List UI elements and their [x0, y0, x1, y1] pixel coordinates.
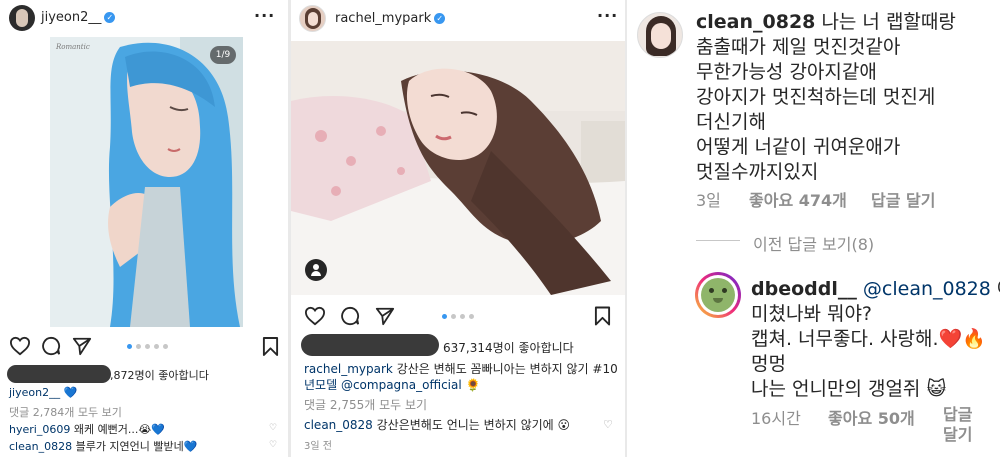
- caption: rachel_mypark 강산은 변해도 꼼빠니아는 변하지 않기 #10: [304, 360, 618, 377]
- reply-button: 답글 달기: [871, 187, 935, 211]
- comment-icon[interactable]: [41, 336, 61, 356]
- comment-first-line: clean_0828 나는 너 랩할때랑: [696, 10, 956, 35]
- comment-text: 블루가 지연언니 빨받네💙: [75, 440, 198, 453]
- comment-like-icon[interactable]: ♡: [269, 423, 277, 433]
- comment-line: 더신기해: [696, 111, 766, 133]
- redacted-bar: [301, 334, 439, 356]
- reply-label[interactable]: 답글 달기: [871, 191, 935, 210]
- avatar[interactable]: [299, 5, 326, 32]
- comment-text: 나는 너 랩할때랑: [821, 11, 956, 33]
- view-all-comments[interactable]: 댓글 2,755개 모두 보기: [304, 396, 427, 413]
- post-header: rachel_mypark ✓ ···: [291, 0, 625, 36]
- share-icon[interactable]: [375, 306, 395, 326]
- post-username[interactable]: jiyeon2__ ✓: [41, 10, 116, 25]
- verified-icon: ✓: [434, 13, 446, 24]
- comment-detail-panel: clean_0828 나는 너 랩할때랑 춤출때가 제일 멋진것같아 무한가능성…: [627, 0, 1000, 457]
- photo-watermark: Romantic: [56, 43, 90, 51]
- comment-line: 강아지가 멋진척하는데 멋진게: [696, 86, 936, 108]
- comment-row: clean_0828 강산은변해도 언니는 변하지 않기에 😮: [304, 416, 570, 433]
- caption-text: 강산은 변해도 꼼빠니아는 변하지 않기 #10: [396, 362, 618, 376]
- caption-line: 년모델 @compagna_official 🌻: [304, 376, 480, 393]
- avatar[interactable]: [9, 5, 35, 31]
- photo-counter: 1/9: [210, 46, 236, 64]
- reply-line: 멍멍: [751, 353, 786, 375]
- comment-username[interactable]: clean_0828: [9, 440, 72, 453]
- reply-line: 캡쳐. 너무좋다. 사랑해.❤️🔥: [751, 328, 986, 350]
- comment-line: 어떻게 너같이 귀여운애가: [696, 136, 901, 158]
- comment-time: 3일: [696, 191, 721, 210]
- comment-username[interactable]: clean_0828: [304, 418, 373, 432]
- likes-count: ,872명이 좋아합니다: [110, 369, 209, 382]
- hashtag-link[interactable]: 년모델: [304, 378, 337, 392]
- reply-button: 답글: [943, 405, 972, 425]
- username-text[interactable]: rachel_mypark: [335, 11, 431, 26]
- more-icon[interactable]: ···: [597, 6, 618, 25]
- comment-icon[interactable]: [340, 306, 360, 326]
- caption-emoji: 🌻: [465, 378, 481, 392]
- mention-link[interactable]: @compagna_official: [341, 378, 462, 392]
- comment-username[interactable]: hyeri_0609: [9, 423, 70, 436]
- comment-text: 강산은변해도 언니는 변하지 않기에 😮: [376, 418, 571, 432]
- likes-count[interactable]: 좋아요 50개: [828, 409, 915, 428]
- heart-icon[interactable]: [304, 306, 326, 326]
- reply-line: 나는 언니만의 갱얼쥐 😺: [751, 378, 947, 400]
- post-photo[interactable]: [291, 41, 625, 295]
- user-tag-icon[interactable]: [305, 259, 327, 281]
- comment-likes: 좋아요 474개: [749, 187, 847, 211]
- caption: jiyeon2__ 💙: [9, 386, 77, 399]
- avatar[interactable]: [637, 12, 683, 58]
- bookmark-icon[interactable]: [594, 305, 611, 327]
- avatar[interactable]: [695, 272, 741, 318]
- reply-first-line: dbeoddl__ @clean_0828 아: [751, 277, 1000, 302]
- bookmark-icon[interactable]: [262, 336, 279, 357]
- share-icon[interactable]: [72, 336, 92, 356]
- reply-time: 16시간: [751, 409, 801, 428]
- caption-text: 💙: [63, 386, 78, 399]
- comment-like-icon[interactable]: ♡: [269, 440, 277, 450]
- comment-like-icon[interactable]: ♡: [603, 418, 613, 431]
- caption-username[interactable]: rachel_mypark: [304, 362, 393, 376]
- carousel-dots: [127, 344, 168, 349]
- view-previous-replies[interactable]: 이전 답글 보기(8): [753, 231, 874, 255]
- reply-button-line2: 달기: [943, 425, 972, 445]
- comment-username[interactable]: clean_0828: [696, 11, 815, 33]
- post-panel-jiyeon: jiyeon2__ ✓ ··· Romantic 1/9 ,872명이 좋아합니다…: [0, 0, 288, 457]
- reply-label[interactable]: 달기: [943, 425, 972, 444]
- comment-line: 멋질수까지있지: [696, 161, 819, 183]
- post-panel-rachel: rachel_mypark ✓ ··· 637,314명이 좋아합니다 rach…: [291, 0, 625, 457]
- comment-row: clean_0828 블루가 지연언니 빨받네💙: [9, 438, 197, 454]
- photo-illustration: [50, 37, 243, 327]
- post-username[interactable]: rachel_mypark ✓: [335, 11, 446, 26]
- carousel-dots: [442, 314, 474, 319]
- reply-label[interactable]: 답글: [943, 405, 972, 424]
- reply-line: 미쳤나봐 뭐야?: [751, 303, 873, 325]
- more-icon[interactable]: ···: [254, 6, 275, 25]
- comment-line: 춤출때가 제일 멋진것같아: [696, 36, 901, 58]
- replies-divider-line: [696, 240, 740, 241]
- comment-row: hyeri_0609 왜케 예뻔거...😭💙: [9, 421, 165, 437]
- reply-username[interactable]: dbeoddl__: [751, 278, 857, 300]
- reply-likes: 좋아요 50개: [828, 405, 915, 429]
- mention-link[interactable]: @clean_0828: [863, 278, 991, 300]
- username-text[interactable]: jiyeon2__: [41, 10, 101, 25]
- post-header: jiyeon2__ ✓ ···: [0, 0, 288, 36]
- heart-icon[interactable]: [9, 336, 31, 356]
- view-all-comments[interactable]: 댓글 2,784개 모두 보기: [9, 404, 122, 420]
- comment-line: 무한가능성 강아지같애: [696, 61, 877, 83]
- photo-illustration: [291, 41, 625, 295]
- likes-count[interactable]: 좋아요 474개: [749, 191, 847, 210]
- redacted-bar: [7, 365, 111, 383]
- likes-count: 637,314명이 좋아합니다: [443, 341, 574, 355]
- post-photo[interactable]: Romantic 1/9: [50, 37, 243, 327]
- caption-username[interactable]: jiyeon2__: [9, 386, 60, 399]
- comment-text: 왜케 예뻔거...😭💙: [73, 423, 165, 436]
- verified-icon: ✓: [104, 12, 116, 23]
- post-time: 3일 전: [304, 441, 332, 452]
